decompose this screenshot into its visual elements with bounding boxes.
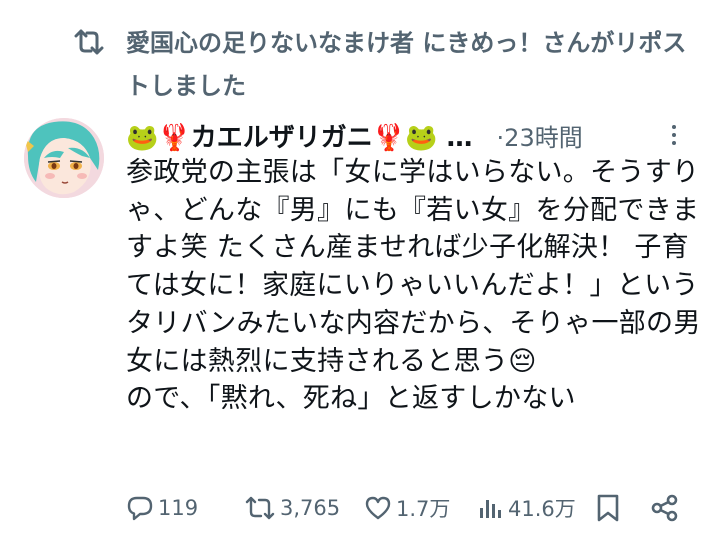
- repost-count: 3,765: [280, 496, 341, 520]
- repost-context-text[interactable]: 愛国心の足りないなまけ者 にきめっ！さんがリポストしました: [126, 22, 696, 108]
- views-icon: [478, 494, 504, 522]
- post-body: 参政党の主張は「女に学はいらない。そうすりゃ、どんな『男』にも『若い女』を分配で…: [126, 154, 701, 418]
- post-action-bar: 119 3,765 1.7万 41.6万: [126, 490, 696, 526]
- share-button[interactable]: [650, 493, 680, 523]
- post-header: 🐸🦞カエルザリガニ🦞🐸 … ·23時間: [126, 114, 696, 156]
- repost-context: 愛国心の足りないなまけ者 にきめっ！さんがリポストしました: [0, 22, 720, 102]
- bookmark-button[interactable]: [596, 493, 620, 523]
- author-display-name[interactable]: 🐸🦞カエルザリガニ🦞🐸 …: [126, 117, 473, 154]
- like-button[interactable]: 1.7万: [364, 493, 450, 523]
- like-count: 1.7万: [396, 497, 451, 521]
- post-body-paragraph: ので、「黙れ、死ね」と返すしかない: [126, 383, 576, 415]
- avatar[interactable]: [24, 118, 104, 198]
- repost-icon: [244, 494, 276, 522]
- post-timestamp[interactable]: ·23時間: [497, 118, 583, 153]
- reply-icon: [126, 494, 154, 522]
- more-options-icon[interactable]: [662, 122, 686, 148]
- reply-button[interactable]: 119: [126, 494, 198, 522]
- bookmark-icon: [596, 493, 620, 523]
- post-body-paragraph: 参政党の主張は「女に学はいらない。そうすりゃ、どんな『男』にも『若い女』を分配で…: [126, 157, 701, 377]
- reply-count: 119: [158, 496, 199, 520]
- repost-icon: [74, 28, 104, 56]
- repost-button[interactable]: 3,765: [244, 494, 340, 522]
- share-icon: [650, 493, 680, 523]
- views-button[interactable]: 41.6万: [478, 493, 576, 523]
- heart-icon: [364, 494, 392, 522]
- views-count: 41.6万: [508, 497, 576, 521]
